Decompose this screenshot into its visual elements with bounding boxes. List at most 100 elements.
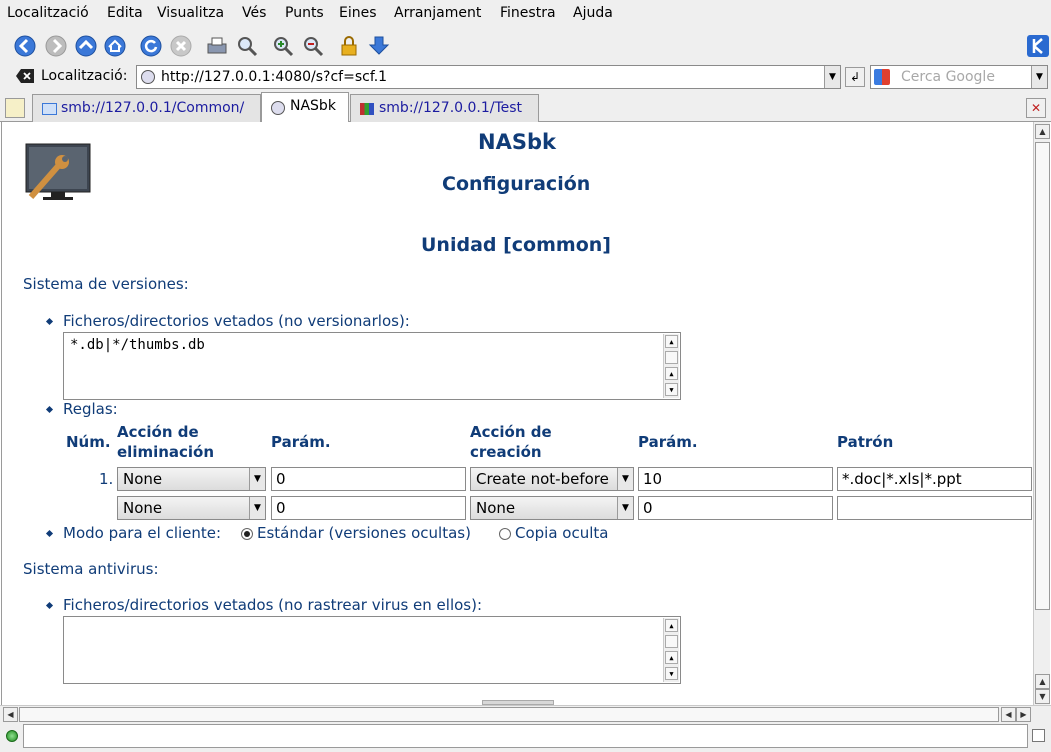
create-action-select[interactable]: None ▼ bbox=[470, 496, 634, 520]
scroll-up-icon[interactable]: ▲ bbox=[665, 335, 678, 348]
versions-heading: Sistema de versiones: bbox=[23, 275, 189, 293]
menu-finestra[interactable]: Finestra bbox=[500, 5, 556, 21]
scroll-grip-icon[interactable] bbox=[665, 635, 678, 648]
bullet bbox=[45, 317, 54, 326]
param1-value: 0 bbox=[276, 470, 286, 488]
scroll-left-icon[interactable]: ◀ bbox=[1001, 707, 1016, 722]
status-ok-icon bbox=[6, 730, 18, 742]
tab-test[interactable]: smb://127.0.0.1/Test bbox=[350, 94, 539, 122]
chevron-down-icon: ▼ bbox=[617, 497, 633, 519]
scroll-grip-icon[interactable] bbox=[665, 351, 678, 364]
menu-localitzacio[interactable]: Localització bbox=[7, 5, 89, 21]
scroll-up-icon[interactable]: ▲ bbox=[665, 651, 678, 664]
mode-hidden-radio[interactable] bbox=[499, 528, 511, 540]
col-num: Núm. bbox=[66, 433, 111, 451]
scroll-right-icon[interactable]: ▶ bbox=[1016, 707, 1031, 722]
col-param1: Parám. bbox=[271, 433, 331, 451]
mode-standard-radio[interactable] bbox=[241, 528, 253, 540]
location-bar: Localització: http://127.0.0.1:4080/s?cf… bbox=[0, 62, 1051, 92]
col-pattern: Patrón bbox=[837, 433, 894, 451]
textarea-scrollbar[interactable]: ▲ ▲ ▼ bbox=[663, 618, 679, 682]
textarea-scrollbar[interactable]: ▲ ▲ ▼ bbox=[663, 334, 679, 398]
tab-common[interactable]: smb://127.0.0.1/Common/ bbox=[32, 94, 261, 122]
up-icon[interactable] bbox=[74, 34, 98, 58]
page-content: NASbk Configuración Unidad [common] Sist… bbox=[1, 122, 1033, 705]
scroll-up-icon[interactable]: ▲ bbox=[1035, 674, 1050, 689]
scroll-left-icon[interactable]: ◀ bbox=[3, 707, 18, 722]
scroll-down-icon[interactable]: ▼ bbox=[665, 667, 678, 680]
menu-visualitza[interactable]: Visualitza bbox=[157, 5, 224, 21]
del-action-select[interactable]: None ▼ bbox=[117, 496, 266, 520]
lock-icon[interactable] bbox=[337, 34, 361, 58]
clear-location-icon[interactable] bbox=[16, 69, 34, 83]
bullet bbox=[45, 405, 54, 414]
reload-icon[interactable] bbox=[139, 34, 163, 58]
del-action-select[interactable]: None ▼ bbox=[117, 467, 266, 491]
pattern-input[interactable]: *.doc|*.xls|*.ppt bbox=[837, 467, 1032, 491]
del-action-value: None bbox=[123, 470, 163, 488]
google-icon[interactable] bbox=[874, 69, 890, 85]
status-checkbox[interactable] bbox=[1032, 729, 1045, 742]
menu-eines[interactable]: Eines bbox=[339, 5, 377, 21]
param1-input[interactable]: 0 bbox=[271, 496, 466, 520]
create-action-select[interactable]: Create not-before ▼ bbox=[470, 467, 634, 491]
zoom-in-icon[interactable] bbox=[271, 34, 295, 58]
kde-logo-icon bbox=[1026, 34, 1050, 58]
tab-nasbk[interactable]: NASbk bbox=[261, 92, 349, 123]
page-title: NASbk bbox=[478, 130, 556, 154]
param1-input[interactable]: 0 bbox=[271, 467, 466, 491]
param2-input[interactable]: 10 bbox=[638, 467, 833, 491]
back-icon[interactable] bbox=[13, 34, 37, 58]
scroll-up-icon[interactable]: ▲ bbox=[665, 619, 678, 632]
url-dropdown-icon[interactable]: ▼ bbox=[824, 66, 840, 88]
chevron-down-icon: ▼ bbox=[249, 468, 265, 490]
scroll-up-icon[interactable]: ▲ bbox=[1035, 124, 1050, 139]
favicon-icon bbox=[141, 70, 155, 84]
chevron-down-icon: ▼ bbox=[249, 497, 265, 519]
menu-arranjament[interactable]: Arranjament bbox=[394, 5, 481, 21]
col-del-action: Acción de eliminación bbox=[117, 423, 215, 461]
page-subtitle: Configuración bbox=[442, 173, 591, 195]
vertical-scrollbar[interactable]: ▲ ▲ ▼ bbox=[1033, 122, 1050, 705]
param2-value: 0 bbox=[643, 499, 653, 517]
url-field[interactable]: http://127.0.0.1:4080/s?cf=scf.1 ▼ bbox=[136, 65, 841, 89]
menu-edita[interactable]: Edita bbox=[107, 5, 143, 21]
go-icon[interactable]: ↲ bbox=[845, 67, 865, 87]
home-icon[interactable] bbox=[103, 34, 127, 58]
bullet bbox=[45, 601, 54, 610]
menu-ves[interactable]: Vés bbox=[242, 5, 266, 21]
scroll-down-icon[interactable]: ▼ bbox=[1035, 689, 1050, 704]
find-icon[interactable] bbox=[235, 34, 259, 58]
new-tab-icon[interactable] bbox=[5, 98, 25, 118]
mode-hidden-label[interactable]: Copia oculta bbox=[515, 524, 608, 542]
zoom-out-icon[interactable] bbox=[301, 34, 325, 58]
tab-test-label: smb://127.0.0.1/Test bbox=[379, 100, 523, 116]
av-veto-label: Ficheros/directorios vetados (no rastrea… bbox=[63, 596, 483, 614]
scroll-thumb[interactable] bbox=[1035, 142, 1050, 610]
menu-ajuda[interactable]: Ajuda bbox=[573, 5, 613, 21]
status-bar bbox=[0, 722, 1051, 752]
download-icon[interactable] bbox=[367, 34, 391, 58]
tab-nasbk-label: NASbk bbox=[290, 98, 336, 114]
share-icon bbox=[360, 103, 374, 115]
av-veto-textarea[interactable]: ▲ ▲ ▼ bbox=[63, 616, 681, 684]
search-field[interactable]: Cerca Google ▼ bbox=[870, 65, 1048, 89]
menu-punts[interactable]: Punts bbox=[285, 5, 324, 21]
scroll-thumb[interactable] bbox=[19, 707, 999, 722]
param2-input[interactable]: 0 bbox=[638, 496, 833, 520]
horizontal-scrollbar[interactable]: ◀ ◀ ▶ bbox=[0, 705, 1051, 722]
stop-icon[interactable] bbox=[169, 34, 193, 58]
url-text: http://127.0.0.1:4080/s?cf=scf.1 bbox=[161, 69, 388, 85]
search-dropdown-icon[interactable]: ▼ bbox=[1031, 66, 1047, 88]
scroll-up-icon[interactable]: ▲ bbox=[665, 367, 678, 380]
scroll-down-icon[interactable]: ▼ bbox=[665, 383, 678, 396]
print-icon[interactable] bbox=[205, 34, 229, 58]
forward-icon[interactable] bbox=[44, 34, 68, 58]
veto-textarea[interactable]: *.db|*/thumbs.db ▲ ▲ ▼ bbox=[63, 332, 681, 400]
close-tab-icon[interactable]: ✕ bbox=[1026, 98, 1046, 118]
param1-value: 0 bbox=[276, 499, 286, 517]
status-text bbox=[23, 724, 1028, 748]
rule-num: 1. bbox=[99, 470, 114, 488]
pattern-input[interactable] bbox=[837, 496, 1032, 520]
mode-standard-label[interactable]: Estándar (versiones ocultas) bbox=[257, 524, 471, 542]
